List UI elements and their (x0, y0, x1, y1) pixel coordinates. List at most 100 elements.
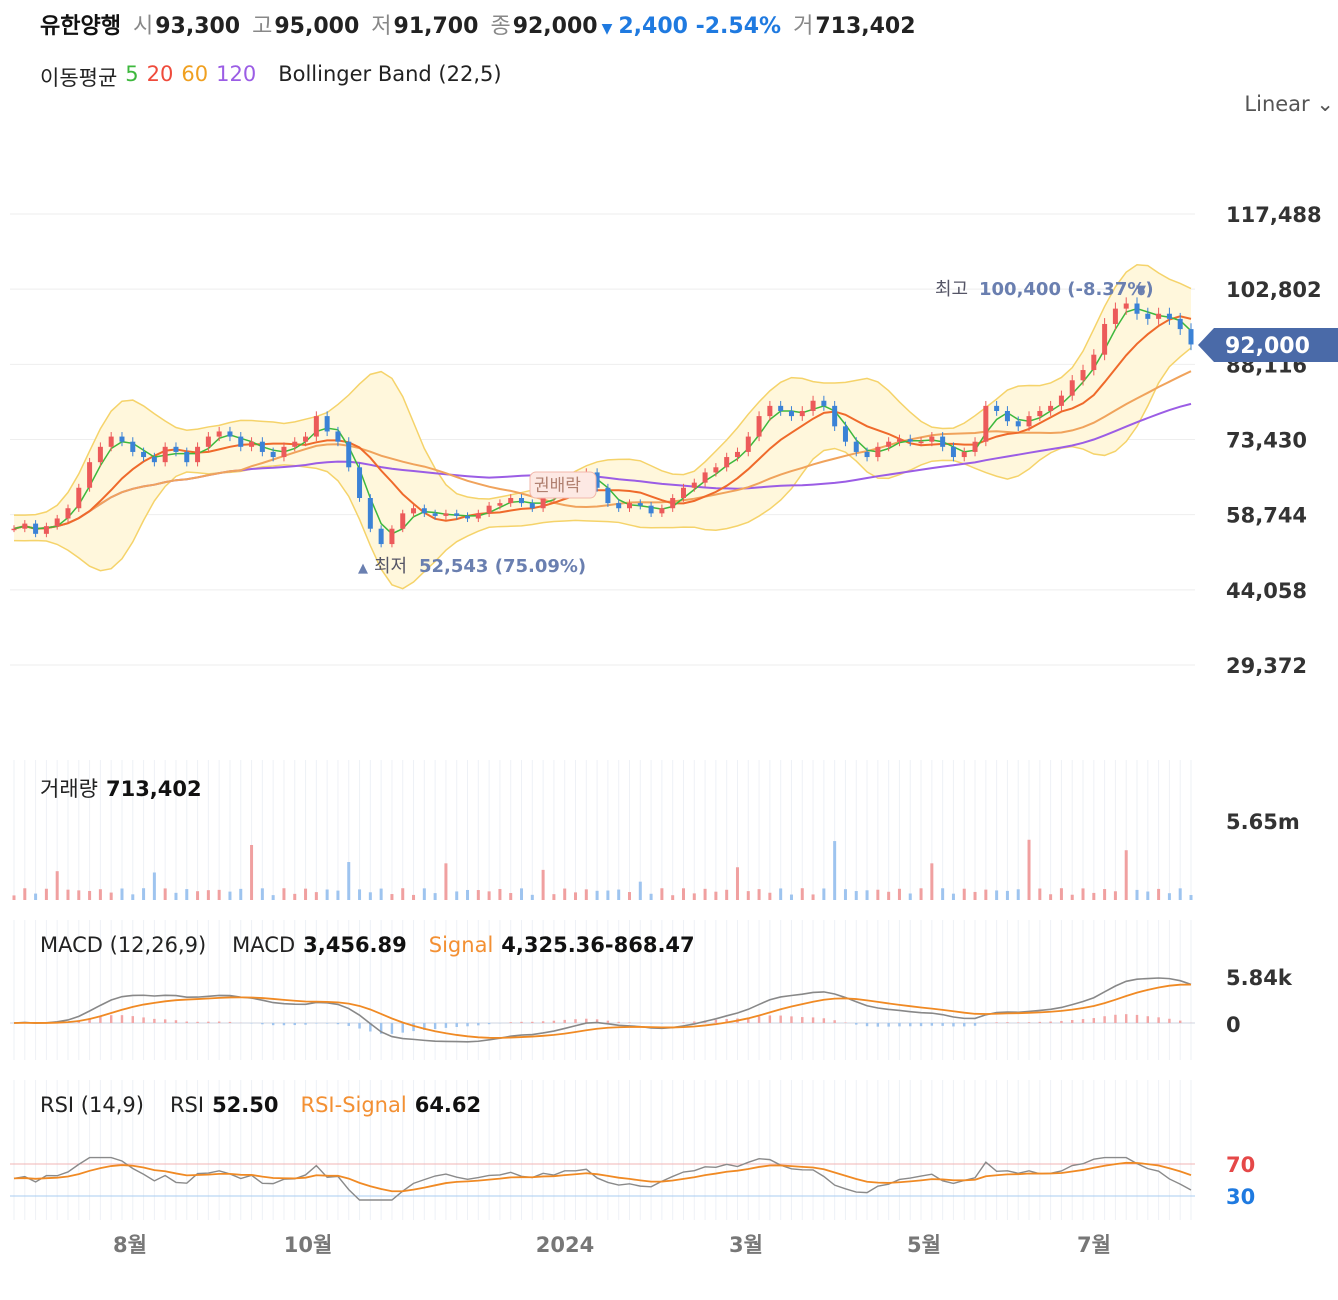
volume-bar (681, 888, 685, 900)
volume-bar (995, 890, 999, 900)
volume-bar (498, 888, 502, 900)
volume-bar (660, 888, 664, 900)
volume-tick-label: 5.65m (1226, 810, 1300, 834)
volume-bar (120, 888, 124, 900)
macd-histogram-bar (358, 1023, 361, 1029)
macd-histogram-bar (779, 1015, 782, 1023)
volume-bar (617, 889, 621, 900)
macd-histogram-bar (693, 1021, 696, 1023)
macd-histogram-bar (412, 1023, 415, 1032)
volume-bar (1146, 891, 1150, 900)
macd-histogram-bar (541, 1021, 545, 1023)
candle-body (108, 436, 114, 447)
volume-bar (271, 895, 275, 900)
candle-body (303, 436, 309, 442)
candle-body (421, 508, 427, 514)
candle-body (907, 439, 913, 442)
candle-body (1156, 313, 1162, 319)
candle-body (411, 508, 417, 514)
candle-body (249, 441, 255, 447)
candle-body (853, 441, 859, 452)
candle-body (842, 426, 848, 442)
macd-histogram-bar (833, 1020, 836, 1023)
macd-histogram-bar (455, 1023, 458, 1027)
macd-histogram-bar (1114, 1014, 1117, 1023)
macd-tick-label: 5.84k (1226, 966, 1293, 990)
candle-body (637, 503, 643, 506)
volume-bar (865, 890, 869, 900)
candle-body (972, 441, 978, 452)
candle-body (87, 462, 93, 488)
candle-body (1058, 395, 1064, 406)
volume-bar (390, 894, 394, 900)
volume-title: 거래량 713,402 (40, 773, 202, 803)
volume-bar (552, 894, 556, 900)
candle-body (324, 416, 330, 432)
candle-body (119, 436, 125, 442)
candle-body (788, 410, 794, 417)
volume-bar (77, 890, 81, 900)
volume-bar (930, 863, 934, 900)
candle-body (65, 508, 71, 519)
volume-bar (282, 888, 286, 900)
candle-body (648, 505, 654, 514)
macd-histogram-bar (271, 1023, 275, 1026)
macd-histogram-bar (811, 1017, 815, 1023)
volume-bar (325, 889, 329, 900)
volume-bar (1178, 888, 1182, 900)
volume-bar (260, 888, 264, 900)
candle-body (605, 487, 611, 504)
macd-histogram-bar (282, 1023, 286, 1026)
macd-histogram-bar (1049, 1021, 1052, 1023)
macd-histogram-bar (196, 1021, 199, 1023)
volume-bar (584, 889, 588, 900)
volume-bar (55, 871, 59, 900)
volume-bar (887, 891, 891, 900)
macd-histogram-bar (1006, 1022, 1009, 1023)
candle-body (1112, 308, 1118, 324)
candle-body (670, 498, 676, 509)
low-annotation-value: 52,543 (75.09%) (419, 556, 586, 577)
macd-histogram-bar (433, 1023, 437, 1029)
current-price-label: 92,000 (1225, 334, 1310, 359)
volume-bar (228, 891, 232, 900)
candle-body (497, 503, 503, 506)
candle-body (961, 451, 967, 458)
candle-body (875, 446, 881, 458)
macd-histogram-bar (617, 1021, 620, 1023)
candle-body (335, 431, 341, 442)
price-tick-label: 29,372 (1226, 654, 1307, 678)
volume-bar (1027, 839, 1031, 900)
candle-body (940, 436, 946, 447)
candle-body (1102, 323, 1108, 355)
volume-bar (422, 888, 426, 900)
volume-bar (34, 893, 38, 900)
macd-histogram-bar (99, 1016, 102, 1023)
volume-bar (358, 889, 362, 900)
time-axis-label: 7월 (1077, 1233, 1111, 1257)
volume-bar (822, 888, 826, 900)
high-annotation-value: 100,400 (-8.37%) (979, 279, 1154, 300)
macd-histogram-bar (1168, 1018, 1171, 1023)
candle-body (756, 416, 762, 437)
rsi-label: RSI (169, 1093, 205, 1117)
macd-histogram-bar (390, 1023, 394, 1034)
candle-body (465, 515, 471, 519)
volume-bar (1038, 888, 1042, 900)
volume-bar (649, 893, 653, 900)
volume-bar (692, 893, 696, 900)
volume-bar (1189, 895, 1193, 900)
candle-body (1048, 405, 1054, 411)
rsi-signal-label: RSI-Signal (300, 1093, 407, 1117)
candle-body (713, 467, 719, 473)
low-annotation-label: 최저 (374, 556, 407, 577)
candle-body (195, 446, 201, 463)
volume-bar (962, 888, 966, 900)
candle-body (76, 487, 82, 509)
candle-body (259, 441, 265, 452)
candle-body (1037, 410, 1043, 417)
macd-histogram-bar (1092, 1018, 1096, 1023)
candle-body (832, 405, 838, 427)
macd-histogram-bar (822, 1018, 826, 1023)
candle-body (184, 451, 190, 463)
